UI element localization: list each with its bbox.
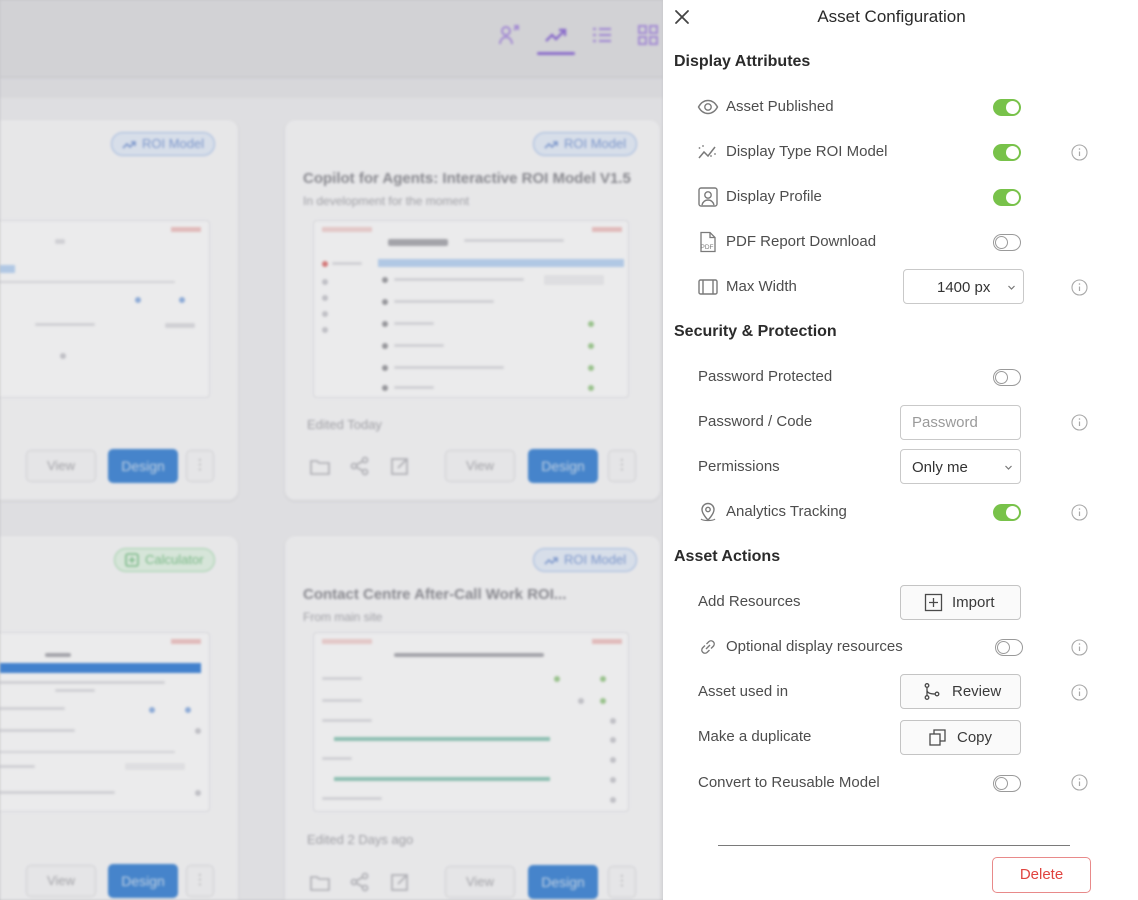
display-type-toggle[interactable] <box>993 144 1021 161</box>
optional-display-label: Optional display resources <box>726 638 903 655</box>
permissions-select[interactable]: Only me <box>900 449 1021 484</box>
password-code-label: Password / Code <box>698 413 813 430</box>
asset-configuration-panel: Asset Configuration Display Attributes A… <box>663 0 1138 900</box>
location-pin-icon <box>700 502 716 522</box>
convert-reusable-label: Convert to Reusable Model <box>698 774 880 791</box>
info-icon[interactable] <box>1071 639 1088 656</box>
info-icon[interactable] <box>1071 774 1088 791</box>
display-type-label: Display Type ROI Model <box>726 143 888 160</box>
password-protected-toggle[interactable] <box>993 369 1021 386</box>
info-icon[interactable] <box>1071 504 1088 521</box>
max-width-label: Max Width <box>726 278 797 295</box>
section-security: Security & Protection <box>674 323 837 340</box>
delete-button[interactable]: Delete <box>992 857 1091 893</box>
eye-icon <box>697 99 719 115</box>
asset-published-label: Asset Published <box>726 98 834 115</box>
panel-title: Asset Configuration <box>817 7 966 26</box>
info-icon[interactable] <box>1071 684 1088 701</box>
branch-icon <box>924 683 940 700</box>
link-icon <box>701 640 715 654</box>
footer-divider <box>718 845 1070 846</box>
permissions-label: Permissions <box>698 458 780 475</box>
max-width-select[interactable]: 1400 px <box>903 269 1024 304</box>
asset-used-in-label: Asset used in <box>698 683 789 700</box>
pdf-file-icon: PDF <box>700 231 716 253</box>
svg-text:PDF: PDF <box>701 244 714 251</box>
display-profile-label: Display Profile <box>726 188 822 205</box>
password-input[interactable] <box>900 405 1021 440</box>
width-frame-icon <box>698 279 718 295</box>
review-button[interactable]: Review <box>900 674 1021 709</box>
section-asset-actions: Asset Actions <box>674 548 781 565</box>
info-icon[interactable] <box>1071 279 1088 296</box>
copy-icon <box>929 729 946 746</box>
section-display-attributes: Display Attributes <box>674 53 811 70</box>
trend-line-icon <box>698 145 716 159</box>
plus-square-icon <box>924 593 943 612</box>
asset-published-toggle[interactable] <box>993 99 1021 116</box>
modal-overlay[interactable] <box>0 0 663 900</box>
analytics-tracking-toggle[interactable] <box>993 504 1021 521</box>
display-profile-toggle[interactable] <box>993 189 1021 206</box>
import-button[interactable]: Import <box>900 585 1021 620</box>
pdf-download-toggle[interactable] <box>993 234 1021 251</box>
chevron-down-icon <box>1005 465 1012 470</box>
profile-icon <box>698 187 718 207</box>
make-duplicate-label: Make a duplicate <box>698 728 812 745</box>
password-protected-label: Password Protected <box>698 368 833 385</box>
add-resources-label: Add Resources <box>698 593 801 610</box>
copy-button[interactable]: Copy <box>900 720 1021 755</box>
pdf-download-label: PDF Report Download <box>726 233 877 250</box>
analytics-tracking-label: Analytics Tracking <box>726 503 847 520</box>
chevron-down-icon <box>1008 285 1015 290</box>
convert-reusable-toggle[interactable] <box>993 775 1021 792</box>
optional-display-toggle[interactable] <box>995 639 1023 656</box>
info-icon[interactable] <box>1071 414 1088 431</box>
info-icon[interactable] <box>1071 144 1088 161</box>
